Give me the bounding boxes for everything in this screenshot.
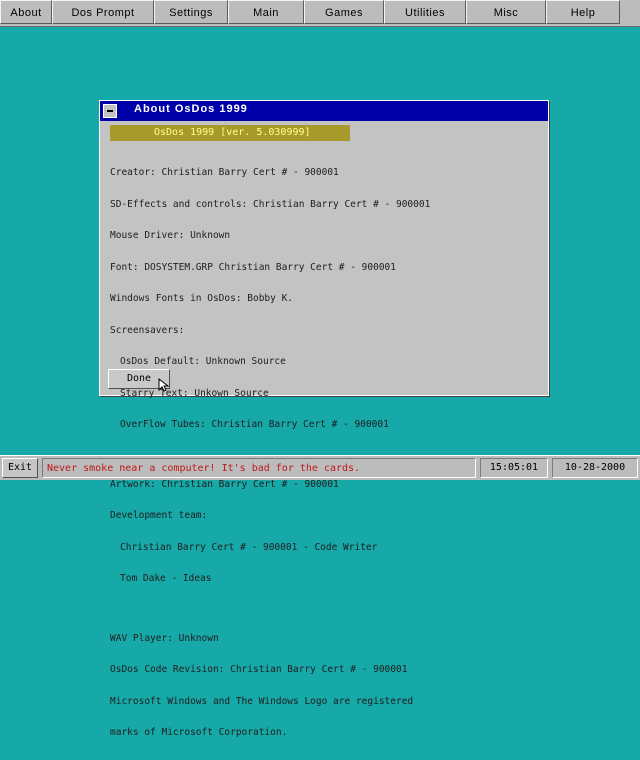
mouse-cursor-icon [158,378,170,392]
credit-windows-fonts: Windows Fonts in OsDos: Bobby K. [110,293,294,304]
credit-screensaver-3: OverFlow Tubes: Christian Barry Cert # -… [120,419,389,430]
date-display: 10-28-2000 [552,458,638,478]
credit-screensaver-1: OsDos Default: Unknown Source [120,356,286,367]
credit-artwork: Artwork: Christian Barry Cert # - 900001 [110,478,339,490]
credit-screensaver-2: Starry Text: Unkown Source [120,387,269,399]
status-bar: Exit Never smoke near a computer! It's b… [0,455,640,480]
clock-display: 15:05:01 [480,458,548,478]
menu-utilities[interactable]: Utilities [384,0,466,24]
credit-microsoft-1: Microsoft Windows and The Windows Logo a… [110,695,414,707]
menu-bar: About Dos Prompt Settings Main Games Uti… [0,0,640,27]
dialog-title: About OsDos 1999 [134,103,248,115]
credit-mouse: Mouse Driver: Unknown [110,230,231,241]
credit-wav-player: WAV Player: Unknown [110,632,219,644]
menu-dos-prompt[interactable]: Dos Prompt [52,0,154,24]
credit-dev-2: Tom Dake - Ideas [120,573,212,584]
menu-settings[interactable]: Settings [154,0,228,24]
credit-dev-1: Christian Barry Cert # - 900001 - Code W… [120,541,378,553]
menu-about[interactable]: About [0,0,52,24]
close-icon[interactable] [103,104,117,118]
menu-misc[interactable]: Misc [466,0,546,24]
exit-button[interactable]: Exit [2,458,38,478]
version-label: OsDos 1999 [ver. 5.030999] [110,125,350,141]
credit-dev-team: Development team: [110,510,208,521]
credit-screensavers: Screensavers: [110,324,185,336]
credit-font: Font: DOSYSTEM.GRP Christian Barry Cert … [110,261,396,273]
menu-games[interactable]: Games [304,0,384,24]
dialog-titlebar[interactable]: About OsDos 1999 [100,101,548,121]
credit-sd-effects: SD-Effects and controls: Christian Barry… [110,198,431,210]
menu-main[interactable]: Main [228,0,304,24]
credit-creator: Creator: Christian Barry Cert # - 900001 [110,167,339,178]
about-dialog: About OsDos 1999 OsDos 1999 [ver. 5.0309… [99,100,549,738]
message-ticker: Never smoke near a computer! It's bad fo… [42,458,476,478]
credit-microsoft-2: marks of Microsoft Corporation. [110,727,288,738]
credit-code-revision: OsDos Code Revision: Christian Barry Cer… [110,664,408,675]
credits-text: Creator: Christian Barry Cert # - 900001… [110,147,545,760]
menu-help[interactable]: Help [546,0,620,24]
